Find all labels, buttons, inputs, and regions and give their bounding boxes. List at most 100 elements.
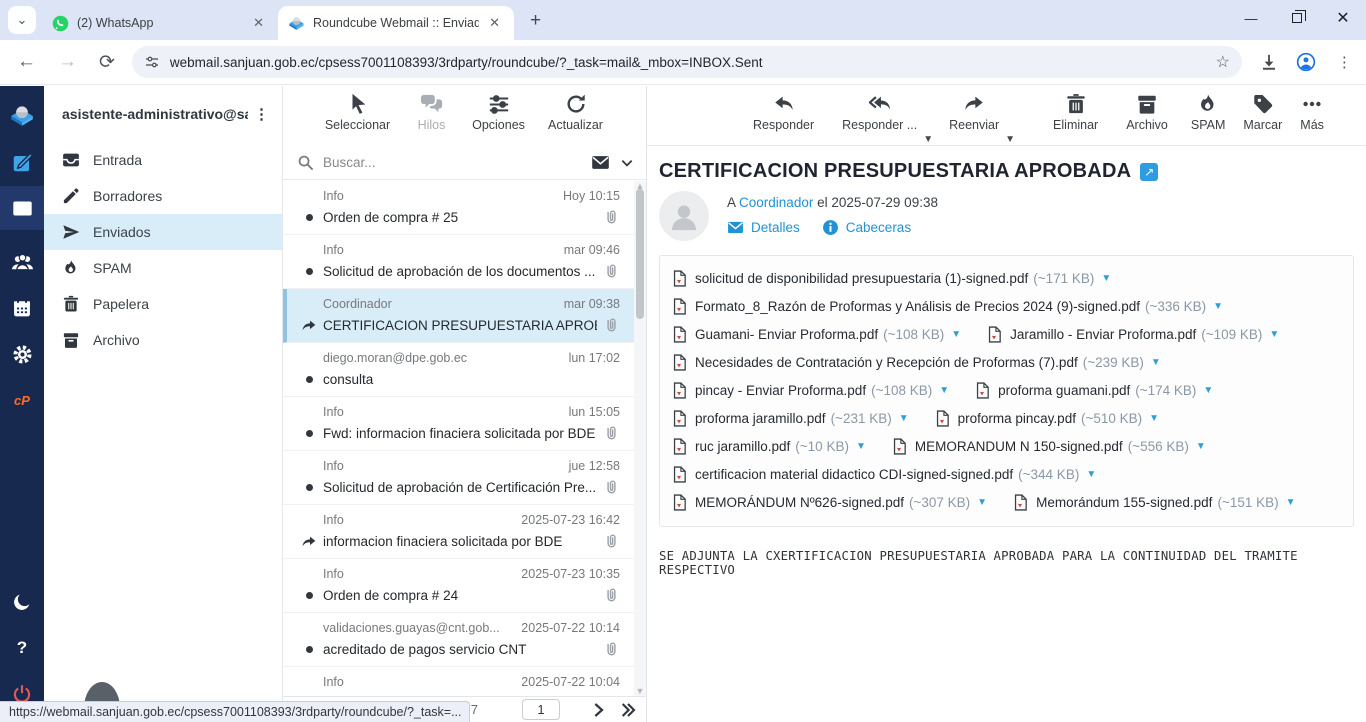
site-settings-icon[interactable] xyxy=(144,54,160,70)
calendar-nav-button[interactable] xyxy=(0,286,44,330)
options-button[interactable]: Opciones xyxy=(467,93,531,132)
attachment-menu-caret-icon[interactable]: ▼ xyxy=(951,329,961,340)
restore-button[interactable] xyxy=(1274,0,1320,36)
dark-mode-toggle[interactable] xyxy=(0,580,44,624)
folder-borradores[interactable]: Borradores xyxy=(44,178,282,214)
attachment-item[interactable]: Guamani- Enviar Proforma.pdf(~108 KB)▼ xyxy=(672,326,961,343)
delete-button[interactable]: Eliminar xyxy=(1039,93,1112,132)
message-row[interactable]: Infomar 09:46 Solicitud de aprobación de… xyxy=(283,235,646,289)
attachment-item[interactable]: Memorándum 155-signed.pdf(~151 KB)▼ xyxy=(1013,494,1295,511)
attachment-item[interactable]: proforma guamani.pdf(~174 KB)▼ xyxy=(975,382,1213,399)
bookmark-star-icon[interactable]: ☆ xyxy=(1216,52,1230,72)
settings-nav-button[interactable] xyxy=(0,332,44,376)
message-row[interactable]: Infolun 15:05 Fwd: informacion finaciera… xyxy=(283,397,646,451)
cpanel-nav-button[interactable]: cP xyxy=(0,378,44,422)
next-page-icon[interactable] xyxy=(590,702,606,718)
scrollbar-thumb[interactable] xyxy=(636,189,644,319)
attachment-menu-caret-icon[interactable]: ▼ xyxy=(1286,497,1296,508)
tab-close-icon[interactable]: ✕ xyxy=(485,14,504,32)
back-button[interactable]: ← xyxy=(6,47,47,77)
folder-spam[interactable]: SPAM xyxy=(44,250,282,286)
page-number-input[interactable] xyxy=(522,699,560,720)
tab-whatsapp[interactable]: (2) WhatsApp ✕ xyxy=(42,6,278,40)
compose-button[interactable] xyxy=(0,140,44,184)
message-row[interactable]: InfoHoy 10:15 Orden de compra # 25 xyxy=(283,181,646,235)
tab-close-icon[interactable]: ✕ xyxy=(249,14,268,32)
search-scope-mail-icon[interactable] xyxy=(591,153,610,172)
account-menu-icon[interactable]: ⋮ xyxy=(248,105,274,123)
message-row[interactable]: validaciones.guayas@cnt.gob...2025-07-22… xyxy=(283,613,646,667)
message-row-selected[interactable]: Coordinadormar 09:38 CERTIFICACION PRESU… xyxy=(283,289,646,343)
details-toggle[interactable]: Detalles xyxy=(727,219,800,236)
message-row[interactable]: Info2025-07-23 10:35 Orden de compra # 2… xyxy=(283,559,646,613)
search-input[interactable] xyxy=(323,155,591,170)
attachment-item[interactable]: Jaramillo - Enviar Proforma.pdf(~109 KB)… xyxy=(987,326,1279,343)
select-button[interactable]: Seleccionar xyxy=(319,93,397,132)
message-row[interactable]: Info2025-07-22 10:04 xyxy=(283,667,646,696)
profile-avatar-icon[interactable] xyxy=(1296,52,1316,72)
attachment-item[interactable]: solicitud de disponibilidad presupuestar… xyxy=(672,270,1111,287)
tab-search-button[interactable]: ⌄ xyxy=(8,6,36,34)
attachment-item[interactable]: proforma jaramillo.pdf(~231 KB)▼ xyxy=(672,410,909,427)
attachment-item[interactable]: MEMORANDUM N 150-signed.pdf(~556 KB)▼ xyxy=(892,438,1206,455)
attachment-item[interactable]: MEMORÁNDUM Nº626-signed.pdf(~307 KB)▼ xyxy=(672,494,987,511)
attachment-menu-caret-icon[interactable]: ▼ xyxy=(1151,357,1161,368)
attachment-menu-caret-icon[interactable]: ▼ xyxy=(1196,441,1206,452)
url-text[interactable]: webmail.sanjuan.gob.ec/cpsess7001108393/… xyxy=(170,55,1206,70)
forward-button[interactable]: Reenviar xyxy=(935,93,1013,132)
folder-papelera[interactable]: Papelera xyxy=(44,286,282,322)
open-in-new-window-icon[interactable]: ↗ xyxy=(1140,163,1158,181)
minimize-button[interactable]: — xyxy=(1228,0,1274,36)
attachment-menu-caret-icon[interactable]: ▼ xyxy=(939,385,949,396)
more-button[interactable]: Más xyxy=(1291,93,1333,132)
tab-title: (2) WhatsApp xyxy=(77,16,243,30)
folder-entrada[interactable]: Entrada xyxy=(44,142,282,178)
last-page-icon[interactable] xyxy=(620,702,636,718)
message-row[interactable]: diego.moran@dpe.gob.eclun 17:02 consulta xyxy=(283,343,646,397)
mark-button[interactable]: Marcar xyxy=(1234,93,1291,132)
attachment-item[interactable]: pincay - Enviar Proforma.pdf(~108 KB)▼ xyxy=(672,382,949,399)
reply-all-button[interactable]: Responder ... xyxy=(828,93,931,132)
downloads-icon[interactable] xyxy=(1260,53,1278,71)
search-options-chevron-icon[interactable] xyxy=(620,156,634,170)
attachment-menu-caret-icon[interactable]: ▼ xyxy=(1269,329,1279,340)
reply-button[interactable]: Responder xyxy=(739,93,828,132)
scroll-down-icon[interactable]: ▼ xyxy=(635,686,645,696)
new-tab-button[interactable]: + xyxy=(522,10,549,32)
forward-menu-caret-icon[interactable]: ▼ xyxy=(1005,134,1015,145)
contacts-nav-button[interactable] xyxy=(0,240,44,284)
attachment-item[interactable]: certificacion material didactico CDI-sig… xyxy=(672,466,1096,483)
message-row[interactable]: Info2025-07-23 16:42 informacion finacie… xyxy=(283,505,646,559)
attachment-menu-caret-icon[interactable]: ▼ xyxy=(977,497,987,508)
attachment-menu-caret-icon[interactable]: ▼ xyxy=(856,441,866,452)
refresh-button[interactable]: Actualizar xyxy=(541,93,611,132)
attachment-item[interactable]: proforma pincay.pdf(~510 KB)▼ xyxy=(935,410,1159,427)
chrome-menu-icon[interactable]: ⋮ xyxy=(1326,49,1362,75)
folder-archivo[interactable]: Archivo xyxy=(44,322,282,358)
attachment-menu-caret-icon[interactable]: ▼ xyxy=(1086,469,1096,480)
attachment-item[interactable]: ruc jaramillo.pdf(~10 KB)▼ xyxy=(672,438,866,455)
message-row[interactable]: Infojue 12:58 Solicitud de aprobación de… xyxy=(283,451,646,505)
help-button[interactable]: ? xyxy=(0,626,44,670)
headers-toggle[interactable]: Cabeceras xyxy=(822,219,911,236)
attachment-item[interactable]: Necesidades de Contratación y Recepción … xyxy=(672,354,1161,371)
recipient-link[interactable]: Coordinador xyxy=(739,195,813,210)
attachment-menu-caret-icon[interactable]: ▼ xyxy=(1203,385,1213,396)
archive-button[interactable]: Archivo xyxy=(1112,93,1182,132)
attachment-menu-caret-icon[interactable]: ▼ xyxy=(1101,273,1111,284)
tab-roundcube[interactable]: Roundcube Webmail :: Enviados ✕ xyxy=(278,6,514,40)
reply-all-menu-caret-icon[interactable]: ▼ xyxy=(923,134,933,145)
forward-button[interactable]: → xyxy=(47,47,88,77)
attachment-menu-caret-icon[interactable]: ▼ xyxy=(899,413,909,424)
address-bar[interactable]: webmail.sanjuan.gob.ec/cpsess7001108393/… xyxy=(132,46,1242,78)
spam-button[interactable]: SPAM xyxy=(1182,93,1235,132)
attachment-menu-caret-icon[interactable]: ▼ xyxy=(1149,413,1159,424)
list-scrollbar[interactable]: ▲ ▼ xyxy=(634,181,646,696)
close-button[interactable]: ✕ xyxy=(1320,0,1366,36)
mail-nav-button[interactable] xyxy=(0,186,44,230)
attachment-item[interactable]: Formato_8_Razón de Proformas y Análisis … xyxy=(672,298,1223,315)
attachment-menu-caret-icon[interactable]: ▼ xyxy=(1213,301,1223,312)
threads-button[interactable]: Hilos xyxy=(407,93,457,132)
reload-button[interactable]: ⟳ xyxy=(88,47,126,78)
folder-enviados[interactable]: Enviados xyxy=(44,214,282,250)
